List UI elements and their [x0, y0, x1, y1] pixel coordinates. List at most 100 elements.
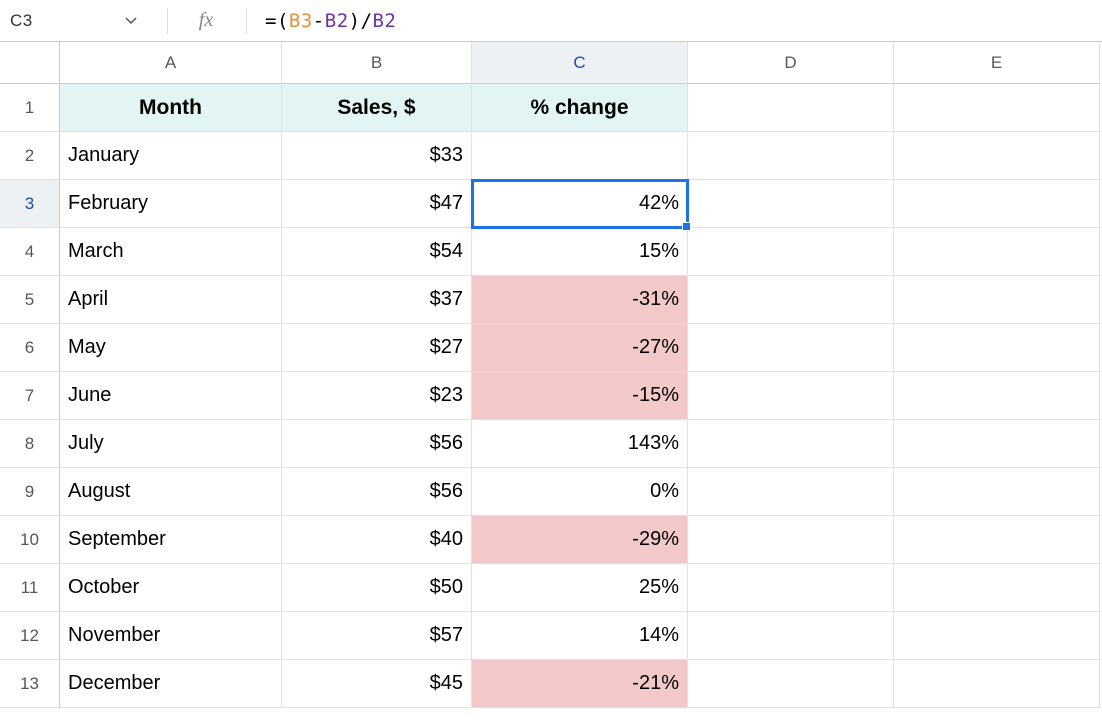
cell-sales[interactable]: $37 [282, 276, 472, 324]
col-header-c[interactable]: C [472, 42, 688, 84]
row-header-11[interactable]: 11 [0, 564, 60, 612]
cell-empty-e[interactable] [894, 612, 1100, 660]
cell-empty-d[interactable] [688, 276, 894, 324]
cell-pct[interactable]: 42% [472, 180, 688, 228]
cell-sales[interactable]: $27 [282, 324, 472, 372]
spreadsheet-grid[interactable]: A B C D E 1 Month Sales, $ % change 2Jan… [0, 42, 1102, 708]
cell-empty-d[interactable] [688, 660, 894, 708]
cell-month[interactable]: December [60, 660, 282, 708]
cell-empty-e[interactable] [894, 516, 1100, 564]
cell-empty-d[interactable] [688, 564, 894, 612]
name-box[interactable]: C3 [0, 0, 95, 41]
col-header-d[interactable]: D [688, 42, 894, 84]
cell-pct[interactable]: -15% [472, 372, 688, 420]
cell-month[interactable]: June [60, 372, 282, 420]
col-header-b[interactable]: B [282, 42, 472, 84]
cell-empty-d[interactable] [688, 324, 894, 372]
row-header-13[interactable]: 13 [0, 660, 60, 708]
row-header-5[interactable]: 5 [0, 276, 60, 324]
select-all-corner[interactable] [0, 42, 60, 84]
cell-pct[interactable]: -21% [472, 660, 688, 708]
cell-sales[interactable]: $54 [282, 228, 472, 276]
row-header-6[interactable]: 6 [0, 324, 60, 372]
cell-sales[interactable]: $56 [282, 420, 472, 468]
formula-slash: / [361, 10, 373, 32]
cell-sales[interactable]: $56 [282, 468, 472, 516]
cell-empty-d[interactable] [688, 372, 894, 420]
chevron-down-icon [125, 17, 137, 25]
cell-sales[interactable]: $47 [282, 180, 472, 228]
cell-pct[interactable]: -29% [472, 516, 688, 564]
cell-pct[interactable]: 14% [472, 612, 688, 660]
cell-month[interactable]: February [60, 180, 282, 228]
cell-empty-e[interactable] [894, 468, 1100, 516]
cell-empty-e[interactable] [894, 132, 1100, 180]
cell-sales[interactable]: $40 [282, 516, 472, 564]
col-header-e[interactable]: E [894, 42, 1100, 84]
cell-pct[interactable]: 0% [472, 468, 688, 516]
formula-eq: = [265, 10, 277, 32]
cell-empty-e[interactable] [894, 276, 1100, 324]
cell-empty-e[interactable] [894, 372, 1100, 420]
cell-empty-d[interactable] [688, 180, 894, 228]
row-header-8[interactable]: 8 [0, 420, 60, 468]
cell-sales[interactable]: $50 [282, 564, 472, 612]
cell-month[interactable]: August [60, 468, 282, 516]
cell-month[interactable]: January [60, 132, 282, 180]
col-header-a[interactable]: A [60, 42, 282, 84]
cell-empty-d[interactable] [688, 516, 894, 564]
row-header-10[interactable]: 10 [0, 516, 60, 564]
formula-ref-b2b: B2 [373, 10, 397, 32]
fill-handle[interactable] [682, 222, 691, 231]
cell-sales[interactable]: $23 [282, 372, 472, 420]
cell-empty-d[interactable] [688, 468, 894, 516]
formula-ref-b3: B3 [289, 10, 313, 32]
header-month[interactable]: Month [60, 84, 282, 132]
cell-empty-d[interactable] [688, 420, 894, 468]
cell-sales[interactable]: $45 [282, 660, 472, 708]
cell-month[interactable]: September [60, 516, 282, 564]
cell-empty-e[interactable] [894, 564, 1100, 612]
cell-month[interactable]: April [60, 276, 282, 324]
cell-empty-e[interactable] [894, 228, 1100, 276]
row-header-12[interactable]: 12 [0, 612, 60, 660]
name-box-dropdown[interactable] [95, 0, 167, 41]
cell-month[interactable]: March [60, 228, 282, 276]
cell-pct[interactable] [472, 132, 688, 180]
formula-input[interactable]: =(B3-B2)/B2 [265, 10, 1102, 32]
separator [246, 8, 247, 34]
formula-rparen: ) [349, 10, 361, 32]
cell-empty-d[interactable] [688, 612, 894, 660]
row-header-1[interactable]: 1 [0, 84, 60, 132]
cell-empty-e[interactable] [894, 324, 1100, 372]
row-header-3[interactable]: 3 [0, 180, 60, 228]
row-header-7[interactable]: 7 [0, 372, 60, 420]
cell-empty-e[interactable] [894, 660, 1100, 708]
cell-month[interactable]: May [60, 324, 282, 372]
cell-empty-d[interactable] [688, 132, 894, 180]
row-header-4[interactable]: 4 [0, 228, 60, 276]
cell-pct[interactable]: 25% [472, 564, 688, 612]
cell-sales[interactable]: $33 [282, 132, 472, 180]
cell-empty-d[interactable] [688, 228, 894, 276]
cell-pct[interactable]: -27% [472, 324, 688, 372]
cell-empty-e[interactable] [894, 420, 1100, 468]
header-pct[interactable]: % change [472, 84, 688, 132]
formula-ref-b2a: B2 [325, 10, 349, 32]
row-header-2[interactable]: 2 [0, 132, 60, 180]
header-sales[interactable]: Sales, $ [282, 84, 472, 132]
fx-icon[interactable]: fx [176, 9, 236, 32]
cell-d1[interactable] [688, 84, 894, 132]
cell-empty-e[interactable] [894, 180, 1100, 228]
cell-month[interactable]: July [60, 420, 282, 468]
row-header-9[interactable]: 9 [0, 468, 60, 516]
cell-pct[interactable]: 143% [472, 420, 688, 468]
cell-e1[interactable] [894, 84, 1100, 132]
cell-sales[interactable]: $57 [282, 612, 472, 660]
formula-bar: C3 fx =(B3-B2)/B2 [0, 0, 1102, 42]
cell-month[interactable]: October [60, 564, 282, 612]
cell-month[interactable]: November [60, 612, 282, 660]
cell-pct[interactable]: -31% [472, 276, 688, 324]
formula-minus: - [313, 10, 325, 32]
cell-pct[interactable]: 15% [472, 228, 688, 276]
